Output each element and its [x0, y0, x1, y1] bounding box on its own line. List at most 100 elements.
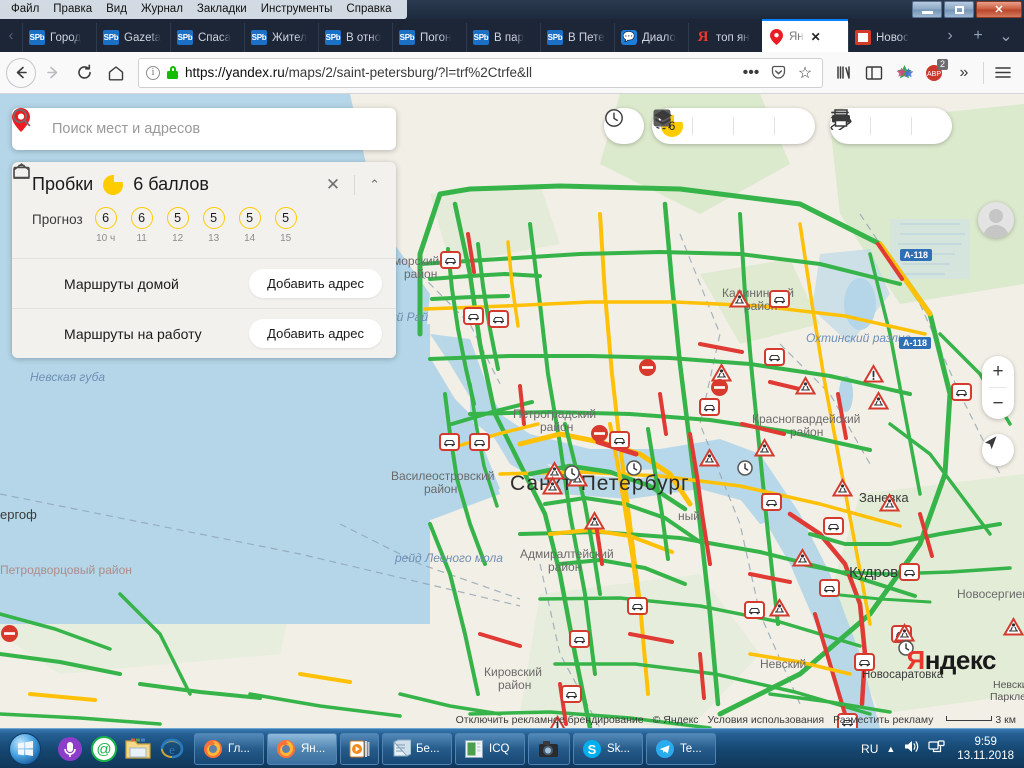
- browser-tab-topyan[interactable]: Я топ ян: [688, 23, 762, 52]
- mail-icon[interactable]: @: [88, 732, 120, 766]
- language-indicator[interactable]: RU: [861, 742, 878, 756]
- print-icon[interactable]: [832, 108, 911, 144]
- page-actions-button[interactable]: •••: [741, 57, 761, 89]
- chat-bubble-favicon-icon: 💬: [621, 30, 637, 45]
- browser-tab-zhitel[interactable]: SPb Жител: [244, 23, 318, 52]
- volume-icon[interactable]: [903, 739, 920, 759]
- bookmark-star-icon[interactable]: ☆: [795, 57, 815, 89]
- taskbar-clock[interactable]: 9:59 13.11.2018: [953, 735, 1018, 763]
- url-host: https://yandex.ru: [185, 65, 285, 80]
- tab-menu-chevron-down-icon[interactable]: ⌄: [992, 19, 1020, 52]
- menu-bookmarks[interactable]: Закладки: [190, 0, 254, 19]
- menu-history[interactable]: Журнал: [134, 0, 190, 19]
- route-home-row: Маршруты домой Добавить адрес: [12, 163, 396, 308]
- place-ad-link[interactable]: Разместить рекламу: [833, 714, 933, 726]
- pocket-icon[interactable]: [768, 57, 788, 89]
- browser-tab-votno[interactable]: SPb В отно: [318, 23, 392, 52]
- new-tab-button[interactable]: +: [964, 19, 992, 52]
- user-avatar[interactable]: [978, 202, 1014, 238]
- window-controls: ✕: [910, 1, 1022, 18]
- taskbar-window-telegram[interactable]: Te...: [646, 732, 716, 765]
- zoom-in-button[interactable]: +: [982, 356, 1014, 387]
- add-work-address-button[interactable]: Добавить адрес: [249, 319, 382, 348]
- tab-scroll-left-button[interactable]: ‹: [0, 19, 22, 52]
- minimize-button[interactable]: [912, 1, 942, 18]
- taskbar-window-media[interactable]: [340, 732, 379, 765]
- menu-edit[interactable]: Правка: [46, 0, 99, 19]
- history-toolbar: [604, 108, 644, 144]
- library-icon[interactable]: [829, 57, 859, 89]
- taskbar-window-notepad[interactable]: Бе...: [382, 732, 452, 765]
- close-tab-button[interactable]: ✕: [811, 30, 821, 44]
- forecast-item[interactable]: 6 11: [129, 207, 155, 244]
- browser-tab-pogon[interactable]: SPb Погон: [392, 23, 466, 52]
- menu-file[interactable]: Файл: [4, 0, 46, 19]
- firefox-icon: [277, 739, 295, 758]
- map-menu-icon[interactable]: [831, 108, 952, 144]
- back-button[interactable]: [6, 57, 36, 88]
- forecast-value: 5: [166, 207, 189, 229]
- menu-help[interactable]: Справка: [339, 0, 398, 19]
- network-icon[interactable]: [928, 739, 945, 759]
- home-button[interactable]: [100, 57, 132, 89]
- map-search-box[interactable]: Поиск мест и адресов: [12, 108, 396, 150]
- layers-icon[interactable]: [654, 108, 815, 144]
- panorama-icon[interactable]: [654, 108, 733, 144]
- maximize-button[interactable]: [944, 1, 974, 18]
- page-info-icon[interactable]: i: [146, 65, 160, 80]
- forecast-hour: 13: [208, 233, 220, 244]
- extension-icon[interactable]: [889, 57, 919, 89]
- ie-icon[interactable]: e: [156, 732, 188, 766]
- browser-tab-gazeta[interactable]: SPb Gazeta: [96, 23, 170, 52]
- overflow-menu-button[interactable]: »: [949, 57, 979, 89]
- close-button[interactable]: ✕: [976, 1, 1022, 18]
- taskbar-window-firefox-2[interactable]: Ян...: [267, 732, 337, 765]
- browser-tab-dialog[interactable]: 💬 Диало: [614, 23, 688, 52]
- parking-button[interactable]: P: [653, 108, 774, 144]
- list-all-tabs-button[interactable]: ›: [936, 19, 964, 52]
- clock-icon[interactable]: [604, 108, 644, 144]
- taskbar-window-camera[interactable]: [528, 732, 570, 765]
- taskbar-window-firefox-1[interactable]: Гл...: [194, 732, 264, 765]
- tab-strip: ‹ SPb Город SPb Gazeta SPb Спаса SPb Жит…: [0, 19, 1024, 52]
- forecast-hour: 14: [244, 233, 256, 244]
- app-menu-button[interactable]: [988, 57, 1018, 89]
- yandex-favicon-icon: Я: [697, 29, 709, 45]
- locate-me-button[interactable]: [982, 434, 1014, 466]
- menu-tools[interactable]: Инструменты: [254, 0, 340, 19]
- forward-button[interactable]: [36, 57, 68, 89]
- browser-tab-yandex-maps[interactable]: Ян ✕: [762, 19, 848, 52]
- show-hidden-icons-button[interactable]: ▲: [886, 744, 895, 754]
- start-button[interactable]: [2, 731, 48, 767]
- add-home-address-button[interactable]: Добавить адрес: [249, 269, 382, 298]
- zoom-out-button[interactable]: −: [982, 388, 1014, 419]
- collapse-panel-chevron-up-icon[interactable]: ⌃: [365, 177, 384, 193]
- search-input[interactable]: Поиск мест и адресов: [52, 121, 374, 137]
- forecast-item[interactable]: 6 10 ч: [93, 207, 119, 244]
- disable-branding-link[interactable]: Отключить рекламное брендирование: [456, 714, 644, 726]
- forecast-item[interactable]: 5 13: [201, 207, 227, 244]
- browser-tab-vpar[interactable]: SPb В пар: [466, 23, 540, 52]
- mic-icon[interactable]: [54, 732, 86, 766]
- taskbar-window-skype[interactable]: S Sk...: [573, 732, 643, 765]
- close-panel-button[interactable]: ✕: [322, 175, 344, 195]
- forecast-item[interactable]: 5 12: [165, 207, 191, 244]
- sidebar-icon[interactable]: [859, 57, 889, 89]
- forecast-item[interactable]: 5 14: [237, 207, 263, 244]
- browser-tab-spasa[interactable]: SPb Спаса: [170, 23, 244, 52]
- forecast-value: 6: [94, 207, 117, 229]
- browser-tab-vpete[interactable]: SPb В Пете: [540, 23, 614, 52]
- explorer-icon[interactable]: [122, 732, 154, 766]
- reload-button[interactable]: [68, 57, 100, 89]
- forecast-item[interactable]: 5 15: [273, 207, 299, 244]
- adblock-plus-button[interactable]: ABP 2: [919, 57, 949, 89]
- terms-link[interactable]: Условия использования: [708, 714, 825, 726]
- url-bar[interactable]: i https://yandex.ru/maps/2/saint-petersb…: [138, 57, 823, 89]
- browser-tab-novosti[interactable]: Новос: [848, 23, 922, 52]
- url-text[interactable]: https://yandex.ru/maps/2/saint-petersbur…: [185, 65, 734, 80]
- menu-view[interactable]: Вид: [99, 0, 134, 19]
- map-canvas[interactable]: Невская губа рейд Лесного мола Охтинский…: [0, 94, 1024, 728]
- map-layers-toolbar: 6 P: [652, 108, 815, 144]
- browser-tab-gorod[interactable]: SPb Город: [22, 23, 96, 52]
- taskbar-window-icq[interactable]: ICQ: [455, 732, 525, 765]
